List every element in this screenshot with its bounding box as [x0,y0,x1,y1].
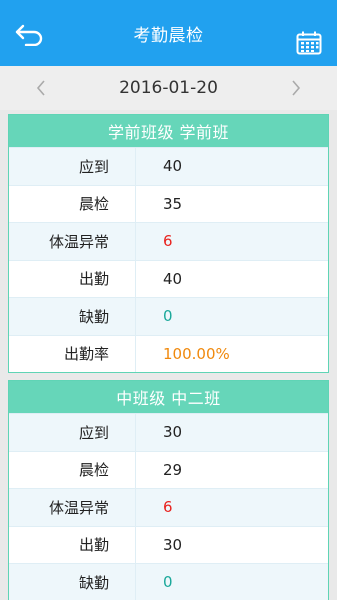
stat-label: 体温异常 [9,223,136,260]
stat-label: 缺勤 [9,298,136,335]
class-card-preschool: 学前班级 学前班 应到 40 晨检 35 体温异常 6 出勤 40 缺勤 0 出… [8,114,329,373]
app-header: 考勤晨检 [0,0,337,66]
chevron-right-icon [292,80,301,96]
stat-row-present: 出勤 30 [9,525,328,563]
stat-value-abnormal[interactable]: 6 [136,223,328,260]
stat-label: 出勤 [9,526,136,563]
stat-label: 出勤率 [9,335,136,372]
stat-label: 晨检 [9,451,136,488]
stat-row-absent: 缺勤 0 [9,563,328,600]
class-card-title: 学前班级 学前班 [9,115,328,147]
stat-row-expected: 应到 40 [9,147,328,185]
chevron-left-icon [36,80,45,96]
stat-value: 35 [163,194,183,213]
stat-row-temp-abnormal: 体温异常 6 [9,488,328,526]
stat-value-absent[interactable]: 0 [136,564,328,600]
stat-value: 30 [163,423,183,442]
stat-value: 40 [163,157,183,176]
stat-label: 出勤 [9,260,136,297]
class-card-middle: 中班级 中二班 应到 30 晨检 29 体温异常 6 出勤 30 缺勤 0 [8,380,329,600]
stat-label: 体温异常 [9,489,136,526]
stat-row-expected: 应到 30 [9,413,328,451]
stat-row-attendance-rate: 出勤率 100.00% [9,334,328,372]
stat-row-absent: 缺勤 0 [9,297,328,335]
stat-row-present: 出勤 40 [9,259,328,297]
next-date-button[interactable] [283,76,309,100]
stat-value-abnormal[interactable]: 6 [136,489,328,526]
stat-row-checked: 晨检 29 [9,450,328,488]
stat-row-temp-abnormal: 体温异常 6 [9,222,328,260]
stat-label: 应到 [9,148,136,185]
stat-value: 30 [163,535,183,554]
stat-value: 29 [163,460,183,479]
stat-label: 应到 [9,414,136,451]
stat-row-checked: 晨检 35 [9,184,328,222]
prev-date-button[interactable] [28,76,54,100]
stat-label: 缺勤 [9,564,136,600]
back-icon[interactable] [14,24,44,46]
page-title: 考勤晨检 [133,25,204,46]
class-card-title: 中班级 中二班 [9,381,328,413]
stat-value-rate: 100.00% [163,344,230,363]
stat-value: 40 [163,269,183,288]
stat-value-absent[interactable]: 0 [136,298,328,335]
date-navigator: 2016-01-20 [0,66,337,110]
current-date[interactable]: 2016-01-20 [119,78,218,98]
calendar-icon[interactable] [296,31,322,55]
stat-label: 晨检 [9,185,136,222]
